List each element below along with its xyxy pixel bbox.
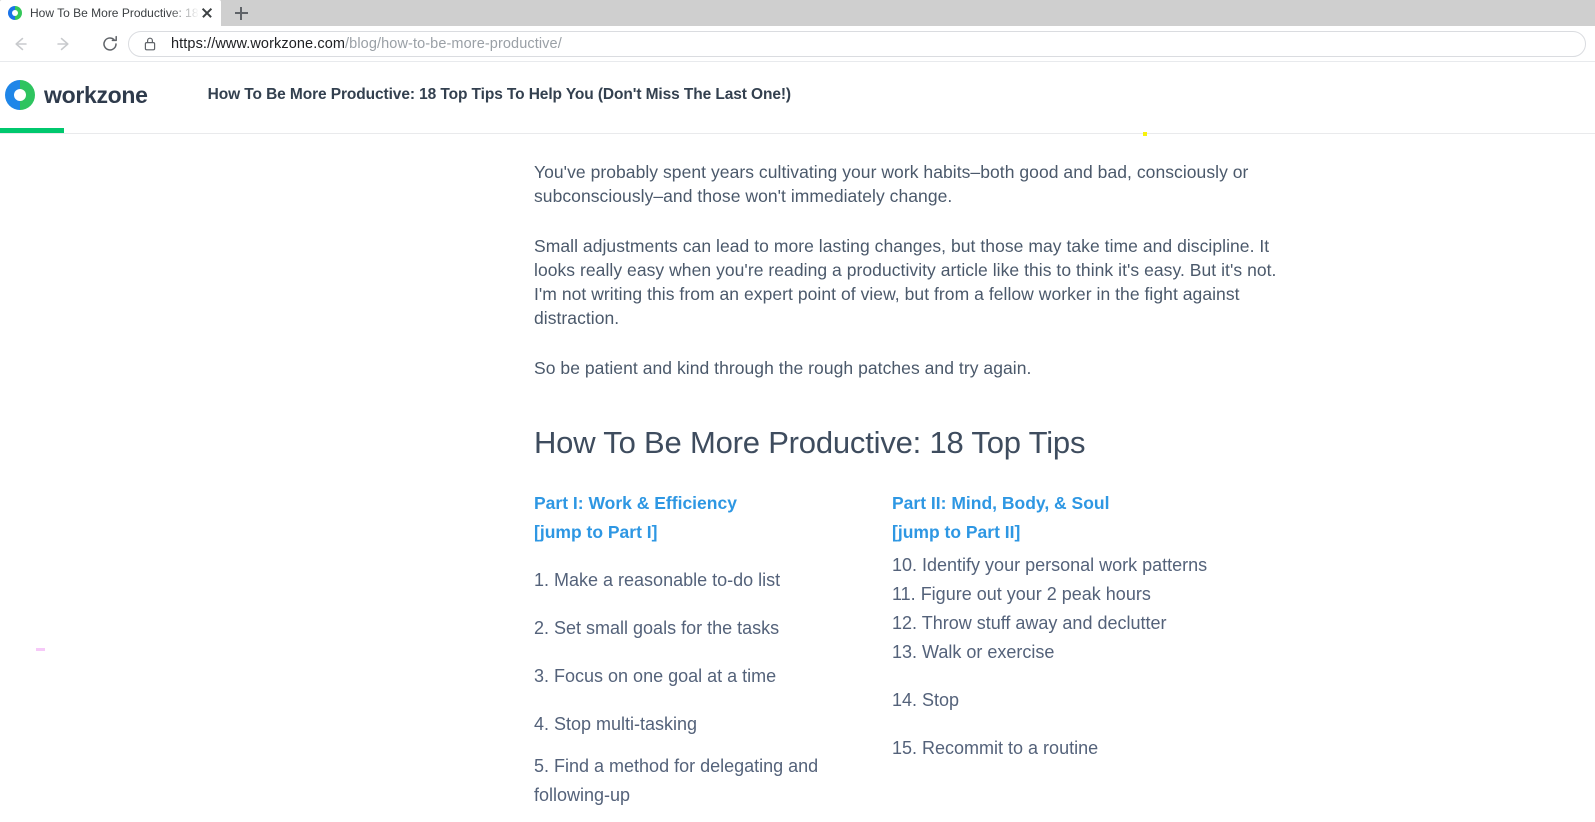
- list-item: 14. Stop: [892, 690, 960, 710]
- site-logo[interactable]: workzone: [5, 80, 148, 110]
- reload-button[interactable]: [90, 26, 130, 62]
- header-article-title: How To Be More Productive: 18 Top Tips T…: [207, 86, 791, 103]
- list-item: 1. Make a reasonable to-do list: [534, 570, 781, 590]
- back-button[interactable]: [0, 26, 40, 62]
- workzone-ring-icon: [8, 6, 22, 20]
- article-body: You've probably spent years cultivating …: [534, 134, 1294, 810]
- arrow-right-icon: [57, 37, 69, 51]
- lock-icon: [143, 36, 159, 52]
- url-host: https://www.workzone.com: [171, 36, 346, 52]
- address-bar-url: https://www.workzone.com/blog/how-to-be-…: [171, 36, 562, 52]
- brand-name: workzone: [44, 81, 148, 108]
- render-artifact-pink: [36, 648, 45, 651]
- page-viewport: workzone How To Be More Productive: 18 T…: [0, 62, 1595, 822]
- browser-tab-title: How To Be More Productive: 18 T: [30, 6, 199, 20]
- plus-icon[interactable]: [224, 0, 258, 26]
- list-item: 2. Set small goals for the tasks: [534, 618, 780, 638]
- tips-column-heading: Part I: Work & Efficiency: [534, 493, 737, 513]
- paragraph: You've probably spent years cultivating …: [534, 162, 1249, 206]
- url-path: /blog/how-to-be-more-productive/: [345, 36, 562, 52]
- list-item: 5. Find a method for delegating and foll…: [534, 756, 819, 805]
- section-heading: How To Be More Productive: 18 Top Tips: [534, 425, 1086, 460]
- list-item: 13. Walk or exercise: [892, 642, 1055, 662]
- browser-tab[interactable]: How To Be More Productive: 18 T: [0, 0, 221, 26]
- jump-link-part-2[interactable]: Part II: Mind, Body, & Soul [jump to Par…: [892, 489, 1250, 547]
- forward-button[interactable]: [44, 26, 84, 62]
- tips-column-jump-label: [jump to Part I]: [534, 522, 658, 542]
- tips-column-part-1: Part I: Work & Efficiency [jump to Part …: [534, 489, 892, 810]
- browser-toolbar: https://www.workzone.com/blog/how-to-be-…: [0, 26, 1595, 62]
- list-item: 10. Identify your personal work patterns: [892, 555, 1208, 575]
- workzone-ring-icon: [5, 80, 35, 110]
- browser-tab-strip: How To Be More Productive: 18 T: [0, 0, 1595, 26]
- list-item: 15. Recommit to a routine: [892, 738, 1099, 758]
- jump-link-part-1[interactable]: Part I: Work & Efficiency [jump to Part …: [534, 489, 892, 547]
- paragraph: So be patient and kind through the rough…: [534, 358, 1032, 378]
- tips-column-part-2: Part II: Mind, Body, & Soul [jump to Par…: [892, 489, 1250, 810]
- site-header: workzone How To Be More Productive: 18 T…: [0, 62, 1595, 128]
- address-bar[interactable]: https://www.workzone.com/blog/how-to-be-…: [128, 31, 1586, 57]
- list-item: 12. Throw stuff away and declutter: [892, 613, 1167, 633]
- list-item: 11. Figure out your 2 peak hours: [892, 584, 1151, 604]
- reload-icon: [103, 35, 117, 51]
- close-icon[interactable]: [199, 5, 215, 21]
- arrow-left-icon: [15, 37, 27, 51]
- tips-columns: Part I: Work & Efficiency [jump to Part …: [534, 489, 1294, 810]
- list-item: 3. Focus on one goal at a time: [534, 666, 777, 686]
- paragraph: Small adjustments can lead to more lasti…: [534, 236, 1277, 328]
- list-item: 4. Stop multi-tasking: [534, 714, 698, 734]
- tips-column-heading: Part II: Mind, Body, & Soul: [892, 493, 1110, 513]
- tips-column-jump-label: [jump to Part II]: [892, 522, 1021, 542]
